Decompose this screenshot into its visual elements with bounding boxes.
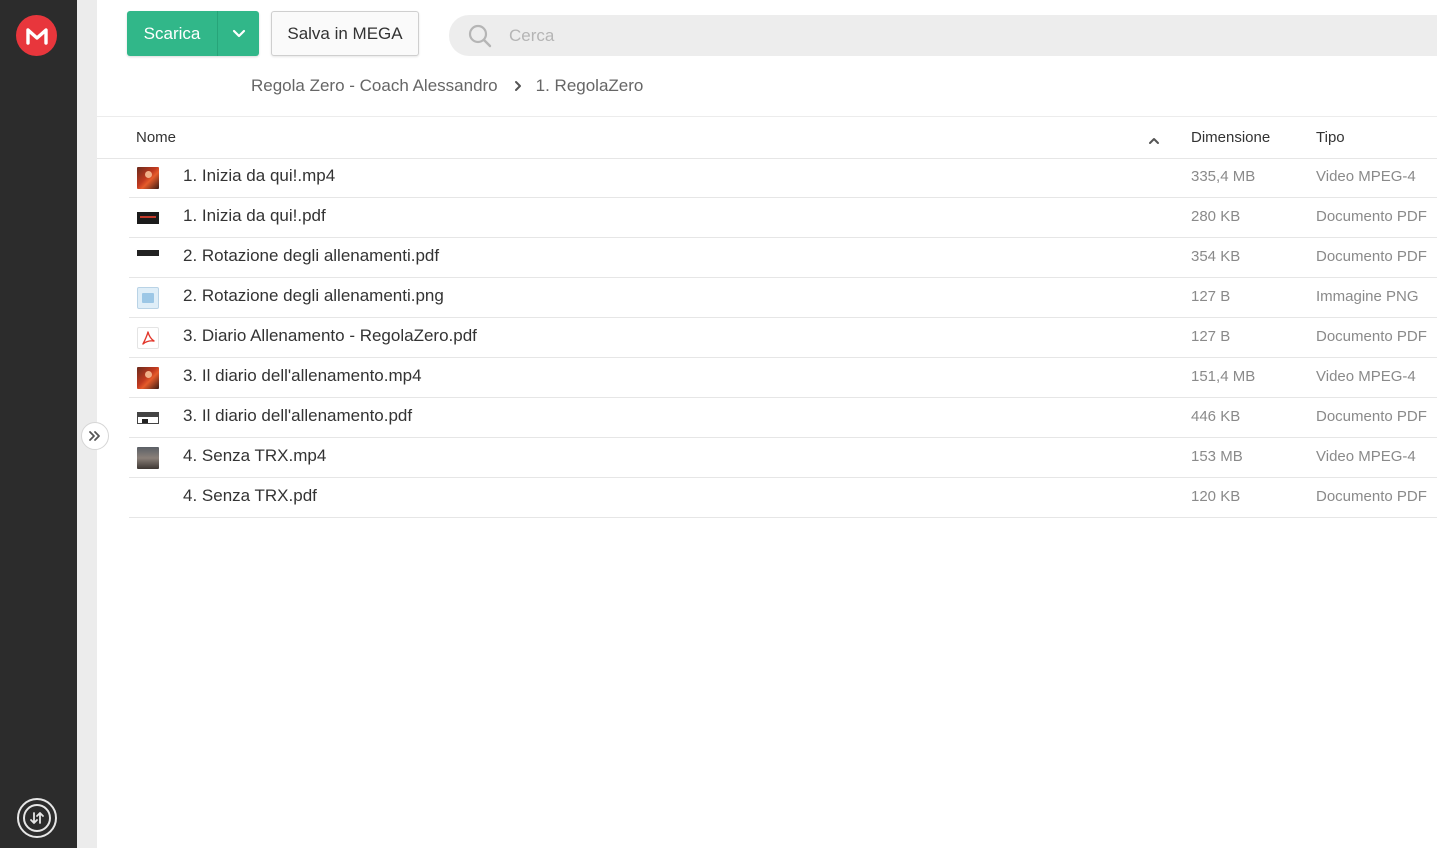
save-to-mega-button[interactable]: Salva in MEGA: [271, 11, 419, 56]
file-size: 127 B: [1191, 288, 1231, 305]
expand-sidebar-icon[interactable]: [81, 422, 109, 450]
table-row[interactable]: 3. Il diario dell'allenamento.pdf 446 KB…: [129, 398, 1437, 438]
pdf-thumbnail: [137, 412, 159, 424]
chevron-right-icon: [514, 80, 522, 92]
file-size: 151,4 MB: [1191, 368, 1256, 385]
video-thumbnail: [137, 447, 159, 469]
video-thumbnail: [137, 367, 159, 389]
left-rail: [0, 0, 77, 848]
file-size: 280 KB: [1191, 208, 1241, 225]
file-size: 354 KB: [1191, 248, 1241, 265]
file-type: Documento PDF: [1316, 488, 1427, 505]
table-row[interactable]: 3. Il diario dell'allenamento.mp4 151,4 …: [129, 358, 1437, 398]
transfers-icon[interactable]: [17, 798, 57, 838]
column-header-size[interactable]: Dimensione: [1191, 129, 1270, 146]
file-name: 3. Diario Allenamento - RegolaZero.pdf: [183, 326, 477, 345]
file-type: Documento PDF: [1316, 408, 1427, 425]
search-icon: [455, 23, 505, 49]
table-row[interactable]: 2. Rotazione degli allenamenti.png 127 B…: [129, 278, 1437, 318]
file-type: Video MPEG-4: [1316, 368, 1416, 385]
search-input[interactable]: [509, 25, 1389, 46]
file-size: 446 KB: [1191, 408, 1241, 425]
file-name: 4. Senza TRX.mp4: [183, 446, 327, 465]
table-row[interactable]: 4. Senza TRX.mp4 153 MB Video MPEG-4: [129, 438, 1437, 478]
file-type: Immagine PNG: [1316, 288, 1419, 305]
table-row[interactable]: 1. Inizia da qui!.mp4 335,4 MB Video MPE…: [129, 158, 1437, 198]
table-row[interactable]: 3. Diario Allenamento - RegolaZero.pdf 1…: [129, 318, 1437, 358]
file-name: 4. Senza TRX.pdf: [183, 486, 317, 505]
file-name: 3. Il diario dell'allenamento.pdf: [183, 406, 413, 425]
file-type: Documento PDF: [1316, 328, 1427, 345]
table-row[interactable]: 4. Senza TRX.pdf 120 KB Documento PDF: [129, 478, 1437, 518]
breadcrumb-item-current[interactable]: 1. RegolaZero: [536, 76, 644, 96]
search-bar[interactable]: [449, 15, 1437, 56]
breadcrumb: Regola Zero - Coach Alessandro 1. Regola…: [251, 74, 643, 98]
video-thumbnail: [137, 167, 159, 189]
table-row[interactable]: 2. Rotazione degli allenamenti.pdf 354 K…: [129, 238, 1437, 278]
file-list: 1. Inizia da qui!.mp4 335,4 MB Video MPE…: [129, 158, 1437, 518]
pdf-thumbnail: [137, 212, 159, 224]
header-divider: [97, 116, 1437, 117]
file-name: 3. Il diario dell'allenamento.mp4: [183, 366, 422, 385]
file-type: Video MPEG-4: [1316, 168, 1416, 185]
chevron-down-icon[interactable]: [217, 11, 259, 56]
column-header-type[interactable]: Tipo: [1316, 129, 1345, 146]
file-size: 120 KB: [1191, 488, 1241, 505]
file-name: 1. Inizia da qui!.pdf: [183, 206, 326, 225]
file-size: 127 B: [1191, 328, 1231, 345]
file-name: 2. Rotazione degli allenamenti.pdf: [183, 246, 440, 265]
pdf-file-icon: [137, 327, 159, 349]
pdf-thumbnail: [137, 250, 159, 256]
image-file-icon: [137, 287, 159, 309]
column-header-name[interactable]: Nome: [136, 129, 176, 146]
download-button[interactable]: Scarica: [127, 11, 259, 56]
file-type: Video MPEG-4: [1316, 448, 1416, 465]
file-name: 2. Rotazione degli allenamenti.png: [183, 286, 444, 305]
file-size: 335,4 MB: [1191, 168, 1256, 185]
sort-up-icon[interactable]: [1148, 133, 1160, 151]
table-row[interactable]: 1. Inizia da qui!.pdf 280 KB Documento P…: [129, 198, 1437, 238]
mega-logo-icon[interactable]: [16, 15, 57, 56]
file-type: Documento PDF: [1316, 208, 1427, 225]
file-type: Documento PDF: [1316, 248, 1427, 265]
file-name: 1. Inizia da qui!.mp4: [183, 166, 336, 185]
download-button-label[interactable]: Scarica: [127, 11, 217, 56]
breadcrumb-item-root[interactable]: Regola Zero - Coach Alessandro: [251, 76, 498, 96]
file-size: 153 MB: [1191, 448, 1243, 465]
